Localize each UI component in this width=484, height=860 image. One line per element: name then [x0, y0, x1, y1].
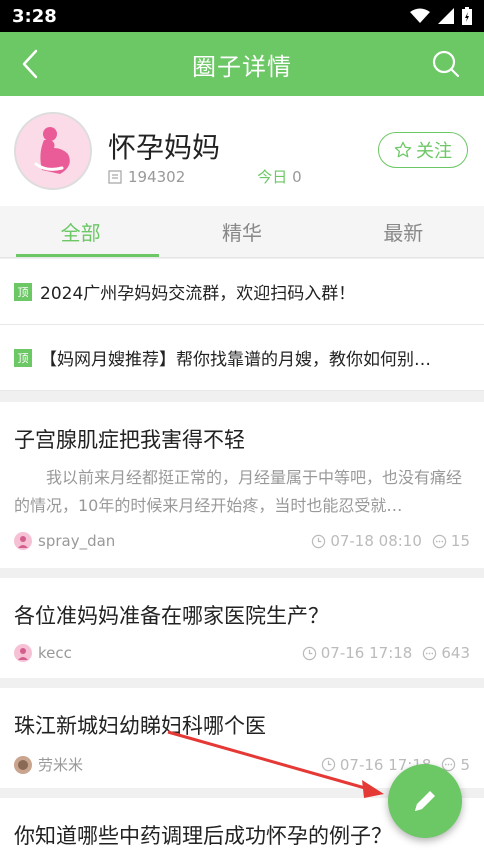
post-item[interactable]: 各位准妈妈准备在哪家医院生产？ kecc 07-16 17:18 643: [0, 578, 484, 678]
post-author-name: 劳米米: [38, 756, 84, 774]
clock-icon: [312, 534, 326, 548]
post-stats: 07-16 17:18 643: [302, 644, 470, 662]
post-title: 各位准妈妈准备在哪家医院生产？: [14, 604, 329, 628]
post-author: kecc: [14, 644, 72, 662]
today-value: 0: [292, 168, 302, 186]
user-avatar-icon: [14, 755, 32, 774]
user-avatar-icon: [14, 532, 32, 550]
tab-all[interactable]: 全部: [0, 206, 161, 257]
tab-featured[interactable]: 精华: [161, 206, 322, 257]
signal-icon: [438, 8, 454, 24]
system-icons: [410, 7, 472, 25]
post-title: 子宫腺肌症把我害得不轻: [14, 428, 245, 452]
pinned-post-title: 【妈网月嫂推荐】帮你找靠谱的月嫂，教你如何别…: [40, 350, 431, 370]
post-author-name: spray_dan: [38, 532, 116, 550]
post-replies-value: 15: [450, 532, 470, 550]
post-replies-value: 5: [460, 755, 470, 774]
battery-icon: [462, 7, 472, 25]
post-author: spray_dan: [14, 532, 115, 550]
clock-icon: [302, 646, 316, 660]
back-arrow-icon: [22, 49, 38, 79]
comment-icon: [432, 534, 447, 548]
post-author: 劳米米: [14, 754, 83, 775]
circle-stats: 194302 今日 0: [108, 166, 302, 187]
document-icon: [108, 169, 122, 184]
pencil-icon: [415, 788, 438, 811]
member-count-value: 194302: [128, 167, 186, 186]
post-author-name: kecc: [38, 644, 72, 662]
post-meta: spray_dan 07-18 08:10 15: [14, 532, 470, 550]
pinned-badge: 顶: [14, 348, 32, 367]
post-time: 07-16 17:18: [302, 644, 413, 662]
post-time-value: 07-18 08:10: [330, 532, 422, 550]
compose-post-button[interactable]: [388, 764, 462, 838]
post-meta: kecc 07-16 17:18 643: [14, 644, 470, 662]
tab-bar: 全部 精华 最新: [0, 206, 484, 258]
pinned-post-title: 2024广州孕妈妈交流群，欢迎扫码入群！: [40, 284, 356, 304]
post-replies: 15: [432, 532, 470, 550]
follow-label: 关注: [416, 141, 452, 162]
post-item[interactable]: 子宫腺肌症把我害得不轻 我以前来月经都挺正常的，月经量属于中等吧，也没有痛经的情…: [0, 402, 484, 568]
post-time: 07-18 08:10: [311, 532, 422, 550]
post-excerpt: 我以前来月经都挺正常的，月经量属于中等吧，也没有痛经的情况，10年的时候来月经开…: [14, 468, 463, 515]
search-icon: [432, 50, 460, 78]
wifi-icon: [410, 8, 430, 23]
comment-icon: [423, 646, 437, 660]
member-count: 194302: [108, 168, 185, 186]
follow-button[interactable]: 关注: [378, 132, 468, 168]
page-title: 圈子详情: [192, 52, 292, 81]
clock-icon: [321, 757, 336, 772]
pinned-post[interactable]: 顶 【妈网月嫂推荐】帮你找靠谱的月嫂，教你如何别…: [0, 325, 484, 391]
post-title: 珠江新城妇幼睇妇科哪个医: [14, 714, 266, 738]
user-avatar-icon: [14, 644, 32, 662]
post-time-value: 07-16 17:18: [320, 644, 413, 662]
circle-name: 怀孕妈妈: [108, 131, 221, 164]
circle-info: 怀孕妈妈 194302 今日 0 关注: [0, 96, 484, 206]
back-button[interactable]: [14, 48, 46, 80]
pinned-badge: 顶: [14, 282, 32, 301]
search-button[interactable]: [428, 46, 464, 82]
pregnant-woman-logo: [16, 114, 90, 188]
pinned-post[interactable]: 顶 2024广州孕妈妈交流群，欢迎扫码入群！: [0, 259, 484, 325]
today-count: 今日 0: [257, 166, 301, 187]
post-replies: 643: [422, 644, 470, 662]
star-icon: [394, 141, 412, 158]
post-replies-value: 643: [441, 644, 470, 662]
app-bar: 圈子详情: [0, 32, 484, 96]
status-bar: 3:28: [0, 0, 484, 32]
today-label: 今日: [257, 168, 288, 186]
tab-latest[interactable]: 最新: [323, 206, 484, 257]
circle-avatar: [14, 112, 92, 190]
status-time: 3:28: [12, 5, 57, 27]
post-stats: 07-18 08:10 15: [311, 532, 470, 550]
